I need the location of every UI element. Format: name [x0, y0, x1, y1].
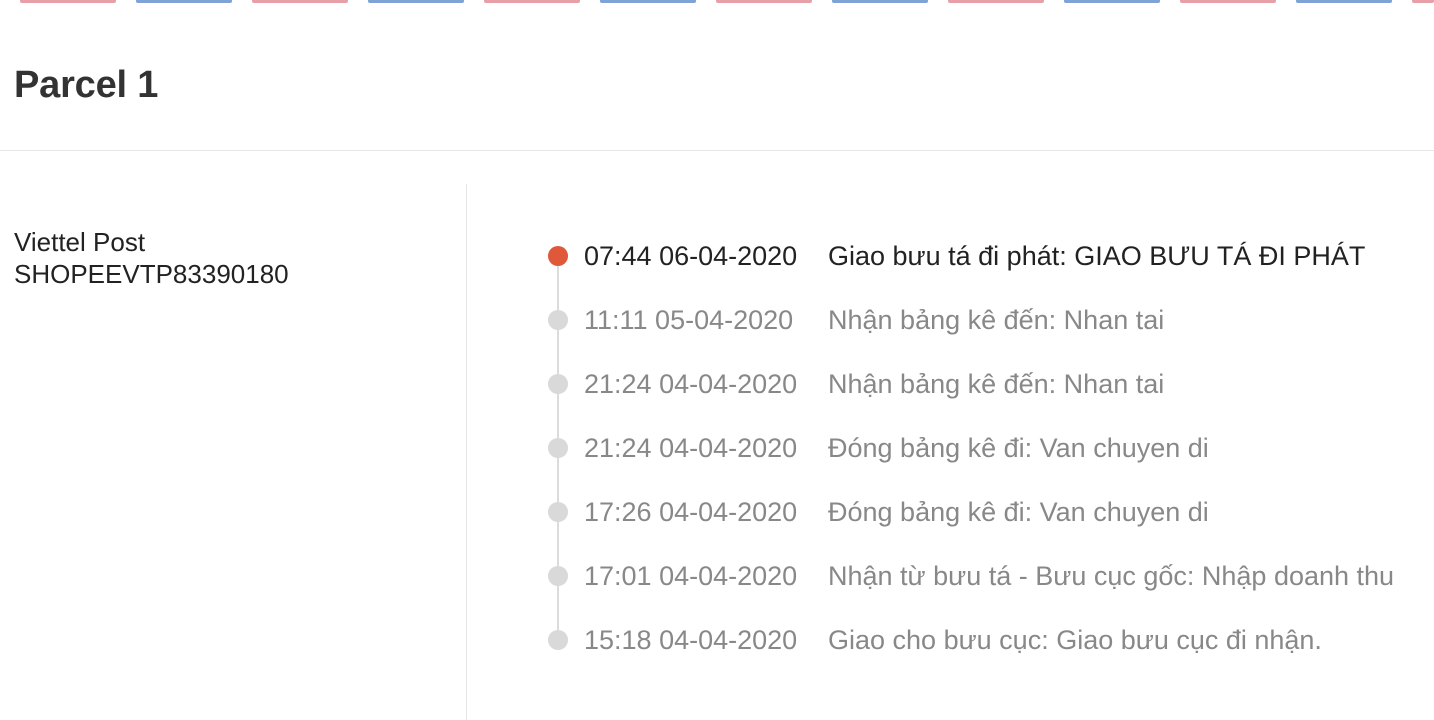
- event-time: 21:24 04-04-2020: [584, 369, 798, 399]
- event-description: Đóng bảng kê đi: Van chuyen di: [828, 497, 1209, 527]
- airmail-stripe: [484, 0, 580, 3]
- airmail-stripe: [136, 0, 232, 3]
- timeline-dot: [548, 630, 568, 650]
- event-time: 11:11 05-04-2020: [584, 305, 794, 335]
- airmail-stripe: [1296, 0, 1392, 3]
- event-time: 21:24 04-04-2020: [584, 433, 798, 463]
- airmail-stripe: [600, 0, 696, 3]
- carrier-name: Viettel Post: [14, 227, 146, 257]
- airmail-stripe: [20, 0, 116, 3]
- timeline-event: 15:18 04-04-2020 Giao cho bưu cục: Giao …: [548, 608, 1434, 672]
- timeline-event: 17:26 04-04-2020 Đóng bảng kê đi: Van ch…: [548, 480, 1434, 544]
- airmail-stripe: [716, 0, 812, 3]
- timeline-dot: [548, 310, 568, 330]
- tracking-number: SHOPEEVTP83390180: [14, 259, 289, 289]
- timeline-event: 21:24 04-04-2020 Đóng bảng kê đi: Van ch…: [548, 416, 1434, 480]
- airmail-stripe: [252, 0, 348, 3]
- airmail-stripe: [948, 0, 1044, 3]
- airmail-border: [0, 0, 1434, 4]
- airmail-stripe: [832, 0, 928, 3]
- event-time: 17:01 04-04-2020: [584, 561, 798, 591]
- timeline-dot: [548, 374, 568, 394]
- timeline-dot: [548, 438, 568, 458]
- parcel-title: Parcel 1: [14, 64, 159, 106]
- airmail-stripe: [368, 0, 464, 3]
- event-description: Giao bưu tá đi phát: GIAO BƯU TÁ ĐI PHÁT: [828, 241, 1366, 271]
- timeline-event: 11:11 05-04-2020 Nhận bảng kê đến: Nhan …: [548, 288, 1434, 352]
- event-description: Giao cho bưu cục: Giao bưu cục đi nhận.: [828, 625, 1322, 655]
- airmail-stripe: [1412, 0, 1434, 3]
- carrier-info: Viettel Post SHOPEEVTP83390180: [14, 226, 454, 290]
- event-time: 17:26 04-04-2020: [584, 497, 798, 527]
- vertical-divider: [466, 184, 467, 720]
- airmail-stripe: [1064, 0, 1160, 3]
- event-description: Nhận bảng kê đến: Nhan tai: [828, 305, 1165, 335]
- event-time: 07:44 06-04-2020: [584, 241, 798, 271]
- parcel-tracking-page: Parcel 1 Viettel Post SHOPEEVTP83390180 …: [0, 0, 1434, 720]
- event-description: Nhận bảng kê đến: Nhan tai: [828, 369, 1165, 399]
- timeline-dot: [548, 566, 568, 586]
- event-time: 15:18 04-04-2020: [584, 625, 798, 655]
- timeline-dot: [548, 502, 568, 522]
- timeline-event: 07:44 06-04-2020 Giao bưu tá đi phát: GI…: [548, 224, 1434, 288]
- timeline-event: 21:24 04-04-2020 Nhận bảng kê đến: Nhan …: [548, 352, 1434, 416]
- header-divider: [0, 150, 1434, 151]
- event-description: Đóng bảng kê đi: Van chuyen di: [828, 433, 1209, 463]
- timeline-dot: [548, 246, 568, 266]
- event-description: Nhận từ bưu tá - Bưu cục gốc: Nhập doanh…: [828, 561, 1395, 591]
- airmail-stripe: [1180, 0, 1276, 3]
- timeline-event: 17:01 04-04-2020 Nhận từ bưu tá - Bưu cụ…: [548, 544, 1434, 608]
